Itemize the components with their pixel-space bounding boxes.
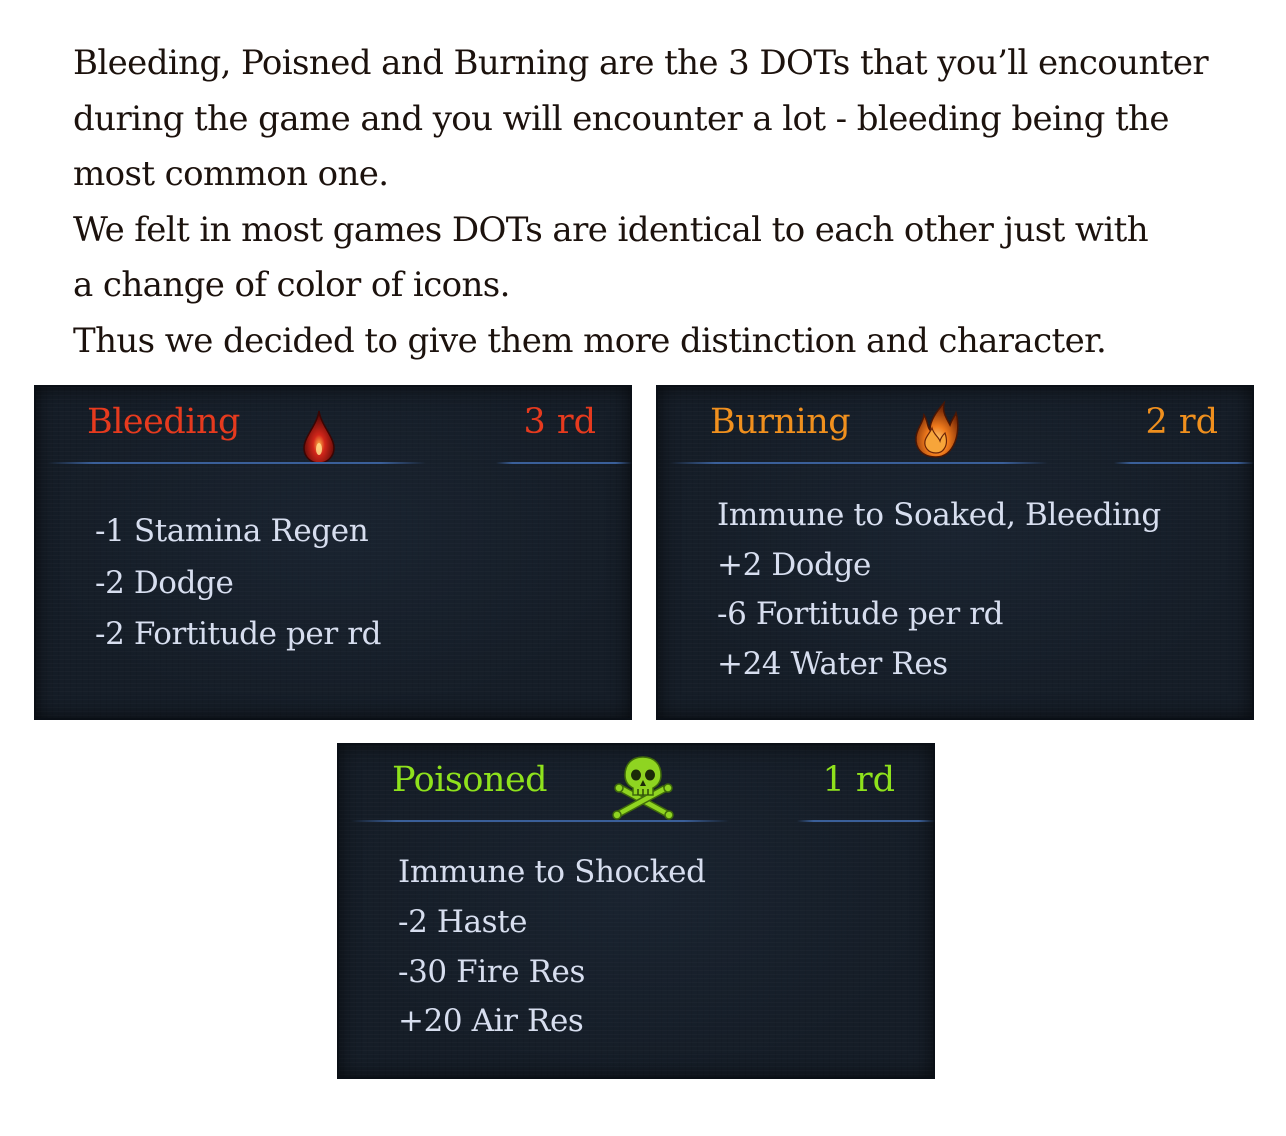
duration-label: 1 rd xyxy=(822,760,895,800)
poisoned-tooltip-panel: Poisoned 1 rd Immune to Shocked -2 Haste… xyxy=(337,743,935,1079)
skull-crossbones-icon xyxy=(611,755,675,821)
bleeding-tooltip-panel: Bleeding 3 rd -1 Stamina Regen -2 Dodge … xyxy=(34,385,632,720)
intro-line: a change of color of icons. xyxy=(73,265,510,306)
effect-item: -2 Haste xyxy=(398,903,528,940)
header-separator-left xyxy=(351,820,729,822)
header-separator-right xyxy=(797,820,935,822)
intro-line: most common one. xyxy=(73,154,389,195)
effects-list: Immune to Shocked -2 Haste -30 Fire Res … xyxy=(398,848,706,1047)
effect-item: +24 Water Res xyxy=(717,646,948,683)
duration-label: 2 rd xyxy=(1145,402,1218,442)
effect-item: -6 Fortitude per rd xyxy=(717,596,1004,633)
panel-title: Poisoned xyxy=(392,760,548,800)
blood-drop-icon xyxy=(299,409,339,465)
effect-item: -2 Dodge xyxy=(95,564,234,601)
panel-title: Burning xyxy=(710,402,851,442)
effect-item: -1 Stamina Regen xyxy=(95,513,369,549)
intro-text: Bleeding, Poisned and Burning are the 3 … xyxy=(73,36,1263,370)
effect-item: -30 Fire Res xyxy=(398,953,586,990)
effects-list: -1 Stamina Regen -2 Dodge -2 Fortitude p… xyxy=(95,506,382,661)
duration-label: 3 rd xyxy=(523,402,596,442)
header-separator-left xyxy=(48,462,426,464)
effect-item: Immune to Shocked xyxy=(398,854,706,890)
intro-line: We felt in most games DOTs are identical… xyxy=(73,209,1149,250)
intro-line: Bleeding, Poisned and Burning are the 3 … xyxy=(73,43,1209,83)
effect-item: -2 Fortitude per rd xyxy=(95,616,382,652)
effect-item: +20 Air Res xyxy=(398,1003,584,1040)
burning-tooltip-panel: Burning 2 rd Immune to Soaked, Bleeding … xyxy=(656,385,1254,720)
header-separator-right xyxy=(496,462,632,464)
effects-list: Immune to Soaked, Bleeding +2 Dodge -6 F… xyxy=(717,491,1161,690)
effect-item: +2 Dodge xyxy=(717,546,871,583)
header-separator-left xyxy=(670,462,1048,464)
intro-line: Thus we decided to give them more distin… xyxy=(73,320,1107,361)
intro-line: during the game and you will encounter a… xyxy=(73,98,1169,139)
panel-title: Bleeding xyxy=(87,402,240,442)
flame-icon xyxy=(911,399,961,459)
header-separator-right xyxy=(1114,462,1254,464)
effect-item: Immune to Soaked, Bleeding xyxy=(717,497,1161,533)
